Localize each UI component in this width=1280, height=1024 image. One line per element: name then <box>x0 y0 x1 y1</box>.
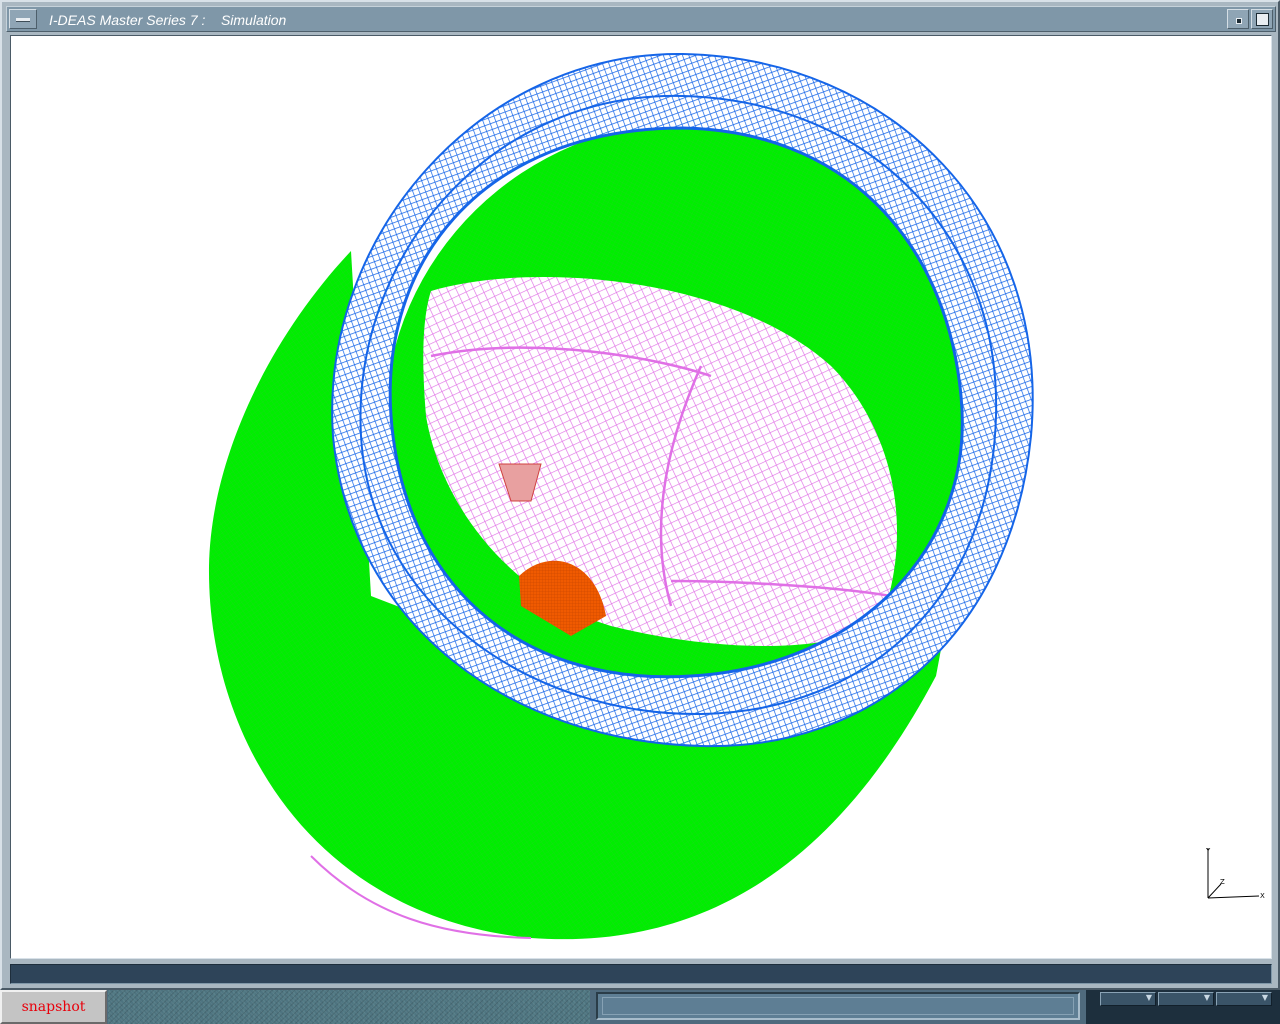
taskbar-backdrop <box>108 990 590 1024</box>
ideas-main-window: I-DEAS Master Series 7 : Simulation Y Z … <box>0 0 1280 990</box>
window-titlebar[interactable]: I-DEAS Master Series 7 : Simulation <box>6 6 1276 32</box>
maximize-icon <box>1256 13 1269 26</box>
graphics-viewport[interactable]: Y Z X <box>10 35 1272 959</box>
minimize-button[interactable] <box>1227 9 1249 29</box>
tray-dropdown-3[interactable]: ▼ <box>1216 992 1272 1006</box>
fe-model-canvas: Y Z X <box>208 52 1265 940</box>
window-title: I-DEAS Master Series 7 : Simulation <box>49 12 287 28</box>
taskbar: snapshot ▼ ▼ ▼ <box>0 990 1280 1024</box>
triad-y-label: Y <box>1205 847 1211 855</box>
tray-dropdown-2[interactable]: ▼ <box>1158 992 1214 1006</box>
window-menu-icon <box>16 18 30 22</box>
task-field[interactable] <box>596 992 1080 1020</box>
minimize-icon <box>1236 18 1242 24</box>
triad-z-label: Z <box>1220 878 1225 886</box>
taskbar-tray: ▼ ▼ ▼ <box>1086 990 1280 1024</box>
triad-x-label: X <box>1260 892 1265 900</box>
maximize-button[interactable] <box>1251 9 1273 29</box>
tray-dropdown-1[interactable]: ▼ <box>1100 992 1156 1006</box>
snapshot-button[interactable]: snapshot <box>0 990 107 1024</box>
status-bar <box>10 964 1272 984</box>
window-menu-button[interactable] <box>9 9 37 29</box>
coordinate-triad: Y Z X <box>1205 847 1265 900</box>
task-field-inner <box>602 997 1074 1015</box>
